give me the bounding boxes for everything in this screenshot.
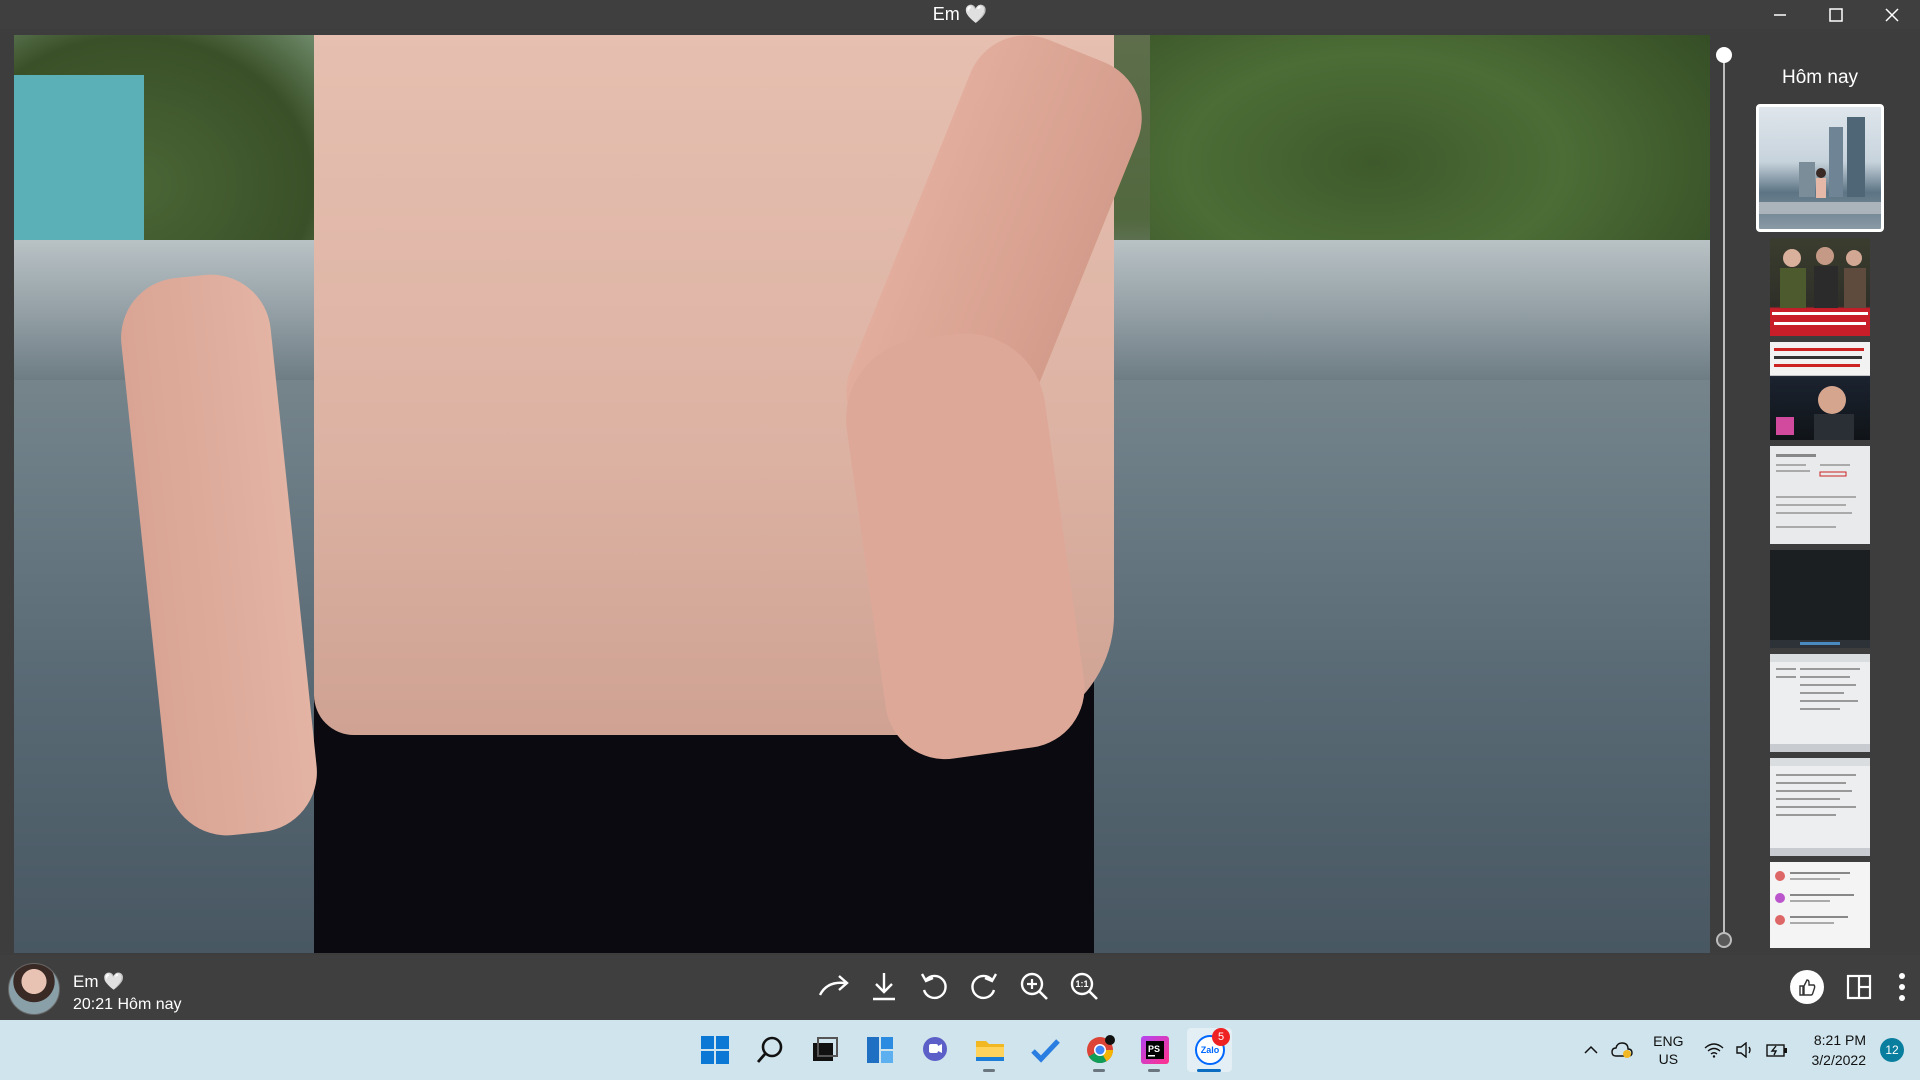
timeline-handle-top[interactable] — [1716, 47, 1732, 63]
viewer-right-actions — [1790, 967, 1910, 1007]
windows-logo-icon — [700, 1036, 729, 1064]
search-button[interactable] — [747, 1028, 792, 1072]
system-tray: ENG US 8:21 PM 3/2/2022 12 — [1577, 1020, 1920, 1080]
svg-text:PS: PS — [1148, 1044, 1160, 1054]
image-tools: 1:1 — [815, 965, 1103, 1007]
volume-button[interactable] — [1735, 1042, 1754, 1058]
chevron-up-icon — [1584, 1045, 1598, 1054]
window-title: Em 🤍 — [932, 4, 988, 24]
wifi-icon — [1704, 1043, 1723, 1058]
thumbnail-panel: Hôm nay — [1710, 35, 1920, 955]
maximize-button[interactable] — [1808, 0, 1864, 29]
widgets-button[interactable] — [857, 1028, 902, 1072]
running-indicator — [983, 1069, 995, 1072]
more-options-button[interactable] — [1894, 967, 1910, 1007]
thumbnail-item[interactable] — [1770, 758, 1870, 856]
title-bar: Em 🤍 — [0, 0, 1920, 29]
rotate-right-button[interactable] — [965, 965, 1003, 1007]
task-view-icon — [812, 1037, 838, 1061]
share-button[interactable] — [815, 965, 853, 1007]
phpstorm-icon: PS — [1140, 1036, 1169, 1064]
chat-app-button[interactable] — [912, 1028, 957, 1072]
thumbs-up-icon — [1799, 979, 1816, 996]
minimize-button[interactable] — [1752, 0, 1808, 29]
clock-time: 8:21 PM — [1813, 1032, 1866, 1048]
avatar[interactable] — [8, 963, 60, 1015]
lang-code: ENG — [1653, 1033, 1684, 1049]
checkmark-icon — [1030, 1039, 1060, 1063]
lang-region: US — [1658, 1051, 1679, 1067]
cloud-sync-icon — [1611, 1042, 1633, 1058]
input-language-button[interactable]: ENG US — [1653, 1032, 1683, 1068]
layout-toggle-button[interactable] — [1842, 967, 1876, 1007]
os-taskbar: PS Zalo 5 ENG US 8:21 PM 3/2/2022 12 — [0, 1020, 1920, 1080]
thumbnail-item[interactable] — [1770, 446, 1870, 544]
clock-button[interactable]: 8:21 PM 3/2/2022 — [1812, 1030, 1867, 1070]
thumbnail-selected[interactable] — [1756, 104, 1884, 232]
show-hidden-icons-button[interactable] — [1583, 1042, 1599, 1058]
thumbnail-item[interactable] — [1770, 862, 1870, 948]
timeline-track[interactable] — [1723, 55, 1725, 945]
maximize-icon — [1829, 7, 1843, 22]
running-indicator — [1093, 1069, 1105, 1072]
folder-icon — [975, 1041, 1004, 1061]
day-label: Hôm nay — [1781, 67, 1859, 88]
thumbnail-item[interactable] — [1770, 550, 1870, 648]
battery-charging-icon — [1765, 1044, 1787, 1057]
rotate-left-button[interactable] — [915, 965, 953, 1007]
photo-image — [14, 35, 1710, 953]
notification-center-badge[interactable]: 12 — [1880, 1038, 1904, 1062]
zalo-unread-badge: 5 — [1212, 1028, 1230, 1046]
teams-chat-icon — [922, 1037, 947, 1061]
chrome-icon — [1086, 1035, 1115, 1064]
svg-text:1:1: 1:1 — [1075, 979, 1088, 989]
thumbnail-item[interactable] — [1770, 342, 1870, 440]
task-view-button[interactable] — [802, 1028, 847, 1072]
download-icon — [873, 973, 895, 1001]
active-indicator — [1197, 1069, 1221, 1072]
split-layout-icon — [1846, 974, 1872, 1000]
sender-name: Em 🤍 — [73, 972, 125, 991]
rotate-left-icon — [920, 973, 947, 1000]
close-button[interactable] — [1864, 0, 1920, 29]
chrome-button[interactable] — [1077, 1028, 1122, 1072]
start-button[interactable] — [692, 1028, 737, 1072]
widgets-icon — [866, 1037, 893, 1063]
download-button[interactable] — [865, 965, 903, 1007]
close-icon — [1885, 7, 1899, 22]
photo-viewer[interactable] — [14, 35, 1710, 953]
share-forward-icon — [818, 975, 849, 996]
todo-app-button[interactable] — [1022, 1028, 1067, 1072]
running-indicator — [1148, 1069, 1160, 1072]
zoom-in-icon — [1020, 972, 1048, 1000]
actual-size-icon: 1:1 — [1070, 972, 1098, 1000]
onedrive-button[interactable] — [1611, 1041, 1633, 1059]
like-button[interactable] — [1790, 970, 1824, 1004]
clock-date: 3/2/2022 — [1811, 1052, 1867, 1068]
viewer-toolbar: Em 🤍 20:21 Hôm nay 1:1 — [0, 955, 1920, 1020]
thumbnail-item[interactable] — [1770, 238, 1870, 336]
phpstorm-button[interactable]: PS — [1132, 1028, 1177, 1072]
search-icon — [756, 1036, 782, 1063]
actual-size-button[interactable]: 1:1 — [1065, 965, 1103, 1007]
thumbnail-item[interactable] — [1770, 654, 1870, 752]
speaker-icon — [1735, 1042, 1751, 1058]
battery-button[interactable] — [1765, 1042, 1788, 1058]
zoom-in-button[interactable] — [1015, 965, 1053, 1007]
taskbar-apps: PS Zalo 5 — [692, 1028, 1232, 1072]
svg-text:Zalo: Zalo — [1200, 1045, 1219, 1055]
message-timestamp: 20:21 Hôm nay — [73, 996, 182, 1013]
zalo-button[interactable]: Zalo 5 — [1187, 1028, 1232, 1072]
more-vertical-icon — [1899, 973, 1905, 1001]
network-button[interactable] — [1704, 1042, 1724, 1058]
file-explorer-button[interactable] — [967, 1028, 1012, 1072]
timeline-handle-bottom[interactable] — [1716, 932, 1732, 948]
minimize-icon — [1774, 13, 1786, 16]
rotate-right-icon — [971, 973, 998, 1000]
